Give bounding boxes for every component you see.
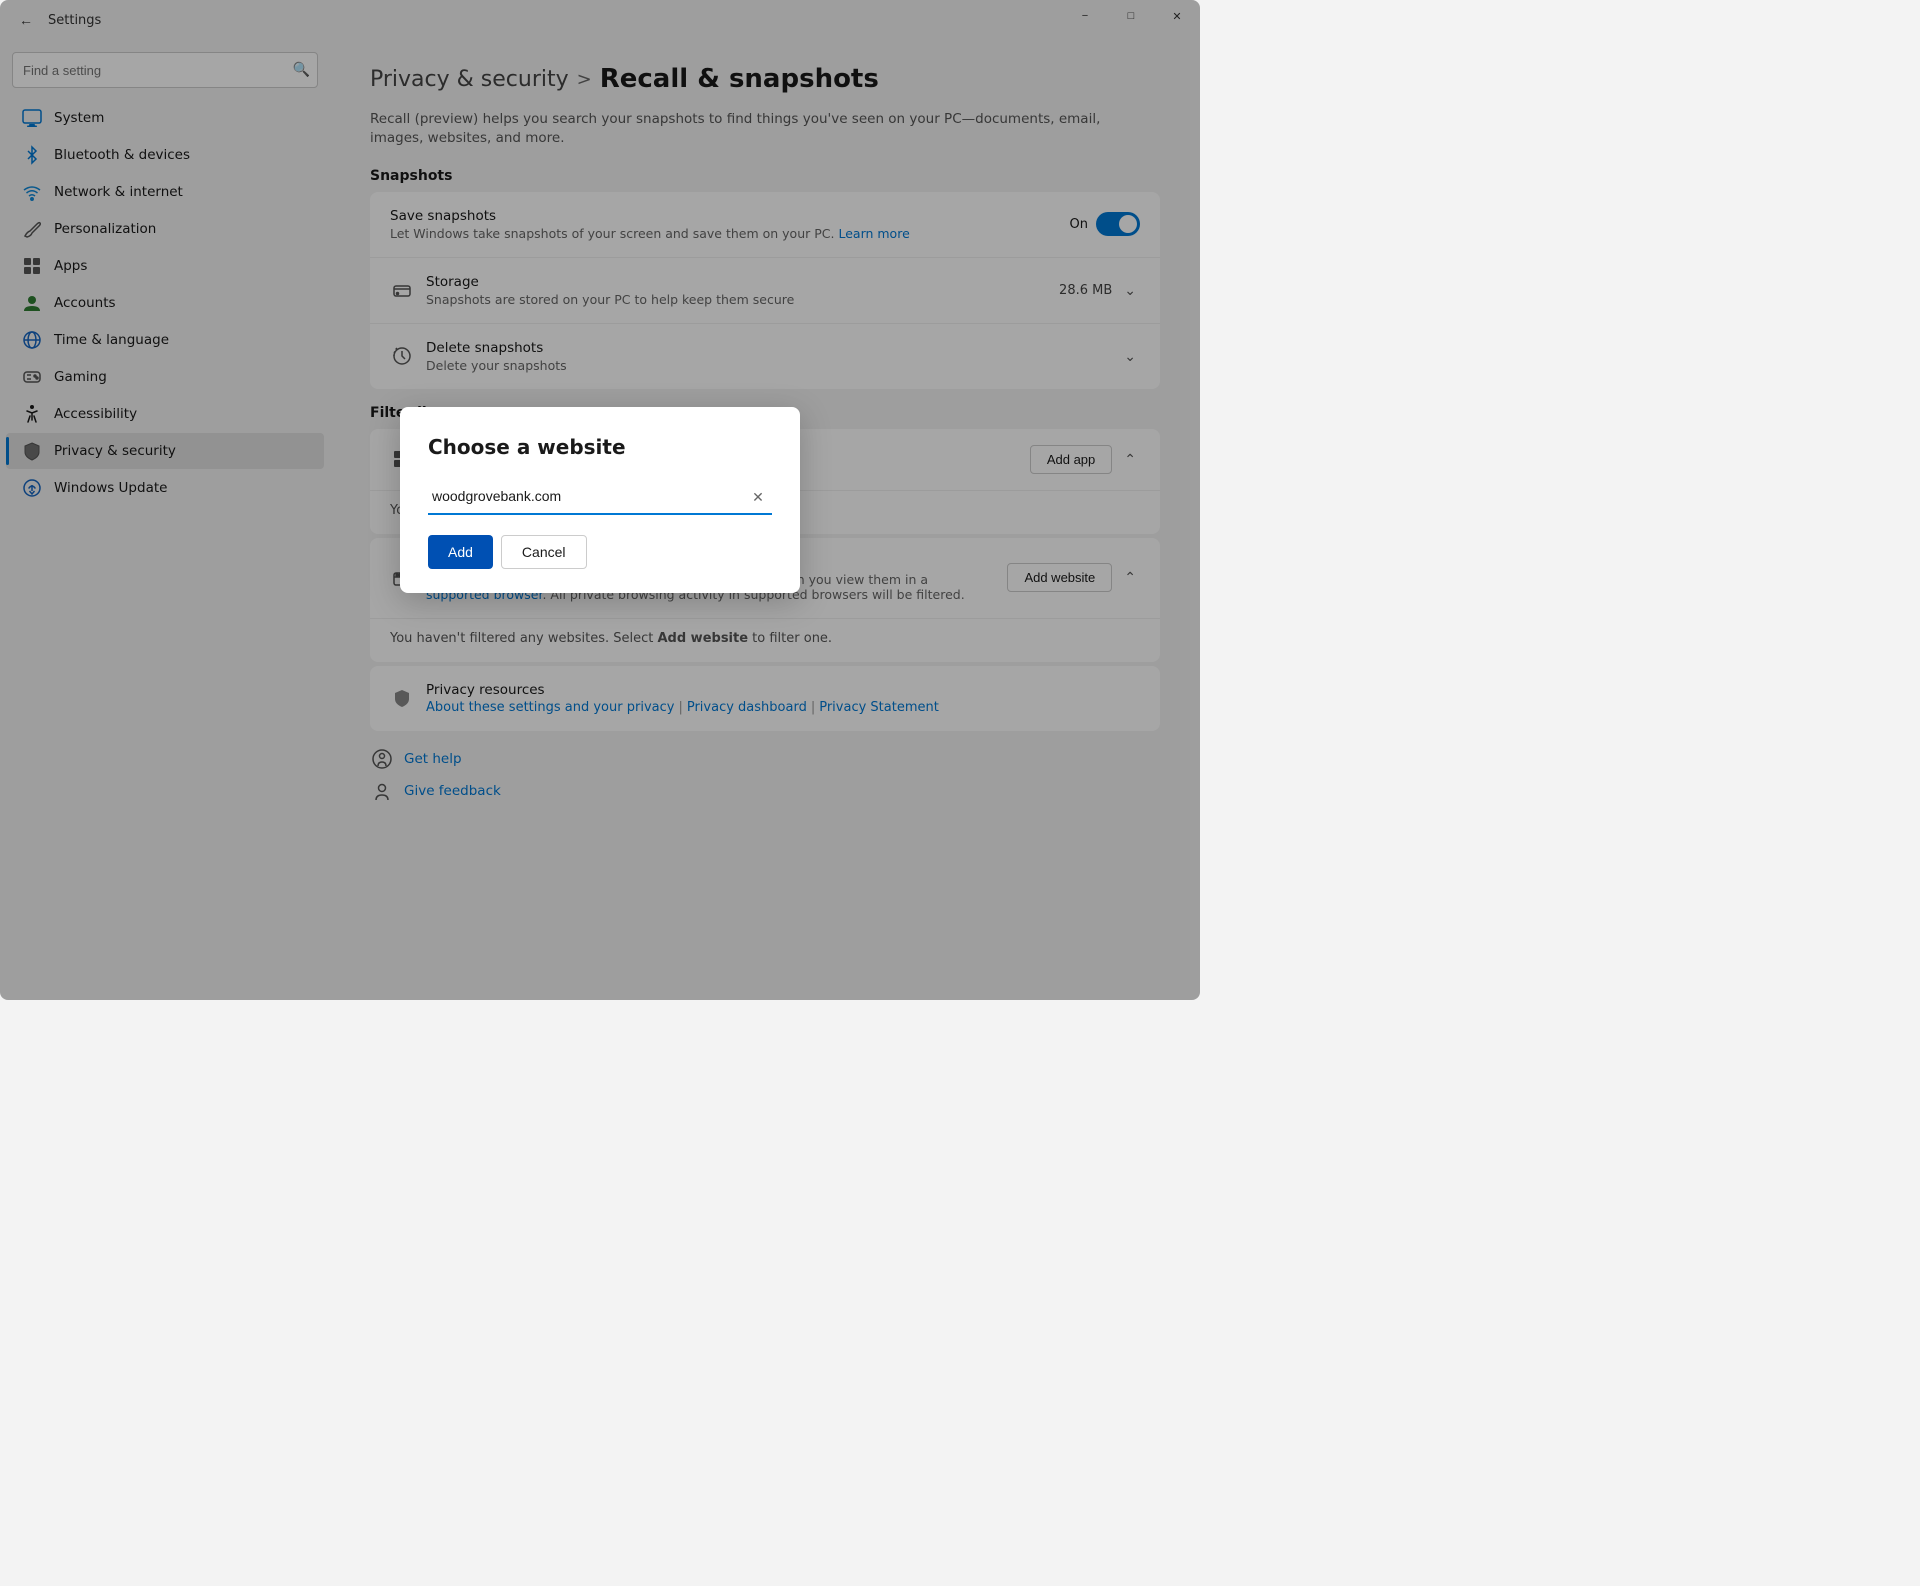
dialog-overlay: Choose a website ✕ Add Cancel	[0, 0, 1200, 1000]
dialog-input-wrap: ✕	[428, 479, 772, 515]
website-input[interactable]	[428, 479, 772, 515]
dialog-title: Choose a website	[428, 435, 772, 459]
dialog-clear-button[interactable]: ✕	[748, 487, 768, 507]
dialog-cancel-button[interactable]: Cancel	[501, 535, 587, 569]
choose-website-dialog: Choose a website ✕ Add Cancel	[400, 407, 800, 593]
settings-window: ← Settings − □ ✕ 🔍 System	[0, 0, 1200, 1000]
dialog-actions: Add Cancel	[428, 535, 772, 569]
dialog-add-button[interactable]: Add	[428, 535, 493, 569]
